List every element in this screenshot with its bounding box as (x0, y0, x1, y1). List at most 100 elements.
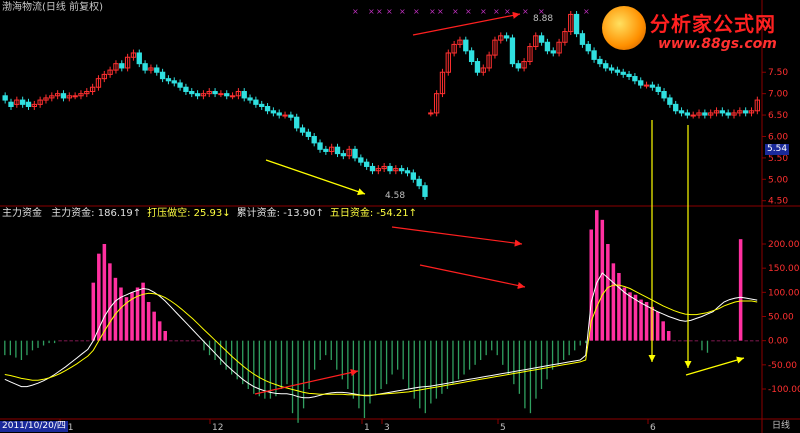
indicator-bar-negative (385, 340, 388, 385)
candle-body (544, 41, 551, 52)
indicator-bar-negative (374, 340, 377, 394)
candle-body (538, 35, 545, 43)
candle-body (369, 165, 376, 172)
candle-body (2, 95, 8, 101)
candle-body (649, 84, 656, 88)
candle-body (591, 50, 597, 60)
indicator-bar-negative (341, 340, 343, 380)
indicator-item: 累计资金: -13.90↑ (236, 208, 324, 219)
indicator-bar-negative (513, 340, 515, 385)
indicator-bar-positive (157, 321, 162, 341)
signal-marker: × (538, 7, 545, 16)
indicator-bar-positive (74, 340, 79, 342)
indicator-bar-negative (242, 340, 244, 385)
indicator-tick-label: 200.00 (768, 240, 800, 250)
candle-body (410, 172, 416, 180)
indicator-bar-negative (319, 340, 321, 360)
indicator-bar-negative (247, 340, 249, 389)
indicator-bar-negative (574, 340, 576, 351)
signal-marker: × (493, 7, 500, 16)
candle-body (229, 95, 236, 98)
candle-body (194, 93, 201, 97)
indicator-bar-negative (4, 340, 6, 356)
x-axis-ticks: 11121356 (59, 419, 656, 433)
candle-body (643, 84, 650, 87)
indicator-bar-positive (628, 292, 632, 341)
indicator-bar-negative (491, 340, 493, 351)
period-label: 日线 (772, 421, 791, 431)
indicator-tick-label: 150.00 (768, 264, 800, 274)
indicator-bar-positive (58, 340, 62, 342)
candle-body (404, 170, 411, 174)
indicator-bar-positive (119, 287, 123, 341)
indicator-bar-negative (275, 340, 277, 397)
candle-body (142, 63, 148, 71)
candle-body (189, 91, 195, 95)
indicator-bar-positive (622, 287, 627, 341)
indicator-tick-label: 0.00 (768, 337, 788, 347)
candle-body (603, 63, 609, 69)
indicator-bar-positive (600, 219, 605, 341)
signal-marker: × (352, 7, 359, 16)
indicator-item: 五日资金: -54.21↑ (329, 208, 418, 219)
indicator-bar-positive (722, 340, 726, 342)
candle-body (690, 114, 696, 117)
candle-body (218, 93, 224, 96)
indicator-bar-positive (191, 340, 195, 342)
x-tick-label: 6 (650, 423, 656, 433)
candle-body (25, 101, 32, 108)
candle-body (19, 99, 26, 105)
candle-body (608, 67, 615, 71)
candle-body (678, 110, 685, 114)
candle-body (463, 39, 469, 52)
indicator-bar-positive (672, 340, 677, 342)
signal-marker: × (399, 7, 406, 16)
indicator-bar-negative (518, 340, 521, 394)
signal-marker: × (452, 7, 459, 16)
signal-marker: × (376, 7, 383, 16)
candle-body (305, 131, 312, 137)
signal-marker: × (504, 7, 511, 16)
indicator-bar-negative (502, 340, 504, 365)
candle-body (474, 61, 481, 73)
candle-body (136, 52, 142, 65)
candle-body (270, 110, 277, 114)
candle-body (614, 69, 621, 73)
y-axis-ticks: 7.50 7.00 6.50 6.00 5.50 5.00 4.50 200.00 150.00… (762, 68, 800, 395)
top-markers: 8.884.58× × × × × × × × × × × × × × × × (352, 7, 590, 201)
indicator-bar-positive (141, 282, 145, 341)
price-tick-label: 5.50 (768, 154, 788, 164)
candle-body (597, 58, 603, 65)
indicator-bar-positive (611, 263, 616, 341)
indicator-name: 主力资金 (2, 208, 42, 219)
price-tick-label: 5.00 (768, 175, 788, 185)
indicator-bar-negative (325, 340, 327, 356)
candle-body (311, 135, 317, 144)
indicator-legend: 主力资金 主力资金: 186.19↑ 打压做空: 25.93↓ 累计资金: -13.… (2, 208, 429, 220)
brand-url: www.88gs.com (658, 36, 777, 52)
indicator-tick-label: 50.00 (768, 313, 794, 323)
indicator-bar-negative (214, 340, 216, 360)
indicator-bar-positive (163, 331, 167, 341)
candle-body (288, 114, 294, 118)
indicator-bar-positive (196, 340, 201, 342)
indicator-tick-label: 100.00 (768, 288, 800, 298)
indicator-bar-positive (108, 263, 112, 341)
trend-arrow-price-down (265, 159, 366, 196)
candle-body (428, 112, 434, 115)
indicator-bar-positive (174, 340, 179, 342)
indicator-bar-negative (529, 340, 532, 414)
chart-title: 渤海物流(日线 前复权) (2, 2, 103, 13)
indicator-bar-negative (369, 340, 371, 404)
signal-marker: × (522, 7, 529, 16)
indicator-bar-negative (446, 340, 449, 389)
candle-body (259, 103, 265, 108)
brand-logo: 分析家公式网 www.88gs.com (598, 4, 796, 56)
indicator-bar-negative (402, 340, 404, 380)
indicator-bar-positive (644, 302, 649, 341)
signal-marker: × (583, 7, 590, 16)
indicator-bar-negative (485, 340, 487, 356)
candle-body (340, 153, 347, 157)
last-price-label: 5.54 (765, 144, 790, 155)
indicator-bar-negative (26, 340, 28, 356)
